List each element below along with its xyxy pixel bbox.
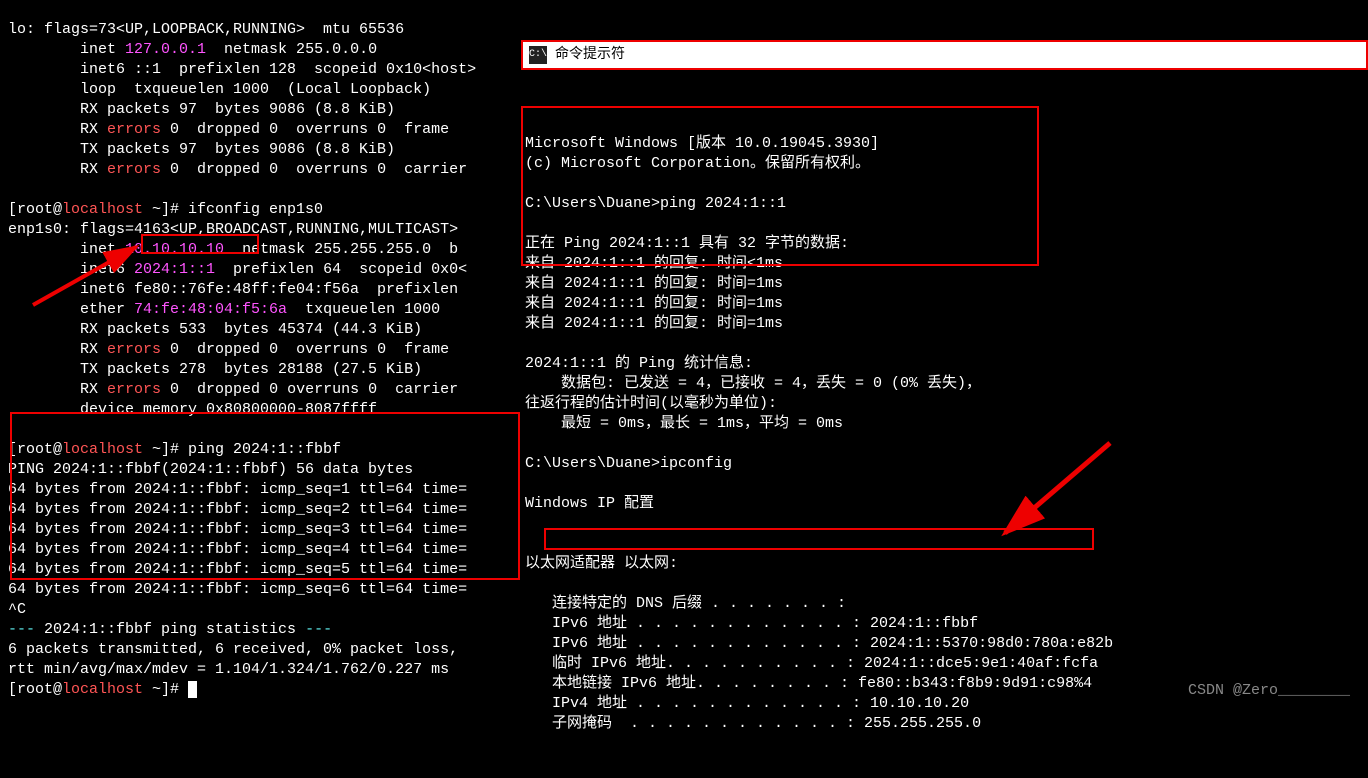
lo-header: lo: flags=73<UP,LOOPBACK,RUNNING> mtu 65… xyxy=(8,21,404,38)
ping-stats-win-1: 2024:1::1 的 Ping 统计信息: xyxy=(525,355,753,372)
ping-reply-win-2: 来自 2024:1::1 的回复: 时间=1ms xyxy=(525,275,783,292)
watermark: CSDN @Zero________ xyxy=(1188,682,1350,699)
ipv6-addr-2: IPv6 地址 . . . . . . . . . . . . : 2024:1… xyxy=(525,635,1113,652)
prompt-3: [root@localhost ~]# xyxy=(8,681,197,698)
ping-stats-win-2: 数据包: 已发送 = 4，已接收 = 4，丢失 = 0 (0% 丢失)， xyxy=(525,375,981,392)
cmd-title: 命令提示符 xyxy=(555,45,625,65)
lo-rxerr: RX errors 0 dropped 0 overruns 0 frame xyxy=(8,121,458,138)
lo-loop: loop txqueuelen 1000 (Local Loopback) xyxy=(8,81,431,98)
ping-stats-hdr: --- 2024:1::fbbf ping statistics --- xyxy=(8,621,332,638)
ping-stats-win-4: 最短 = 0ms，最长 = 1ms，平均 = 0ms xyxy=(525,415,843,432)
lo-inet6: inet6 ::1 prefixlen 128 scopeid 0x10<hos… xyxy=(8,61,476,78)
enp-rx: RX packets 533 bytes 45374 (44.3 KiB) xyxy=(8,321,422,338)
prompt-1: [root@localhost ~]# ifconfig enp1s0 xyxy=(8,201,323,218)
lo-txerr: RX errors 0 dropped 0 overruns 0 carrier xyxy=(8,161,467,178)
ctrl-c: ^C xyxy=(8,601,26,618)
highlight-box-linux-ping xyxy=(10,412,520,580)
ping-reply-win-4: 来自 2024:1::1 的回复: 时间=1ms xyxy=(525,315,783,332)
highlight-box-win-ipv6 xyxy=(544,528,1094,550)
ping-stats-2: rtt min/avg/max/mdev = 1.104/1.324/1.762… xyxy=(8,661,449,678)
dns-suffix: 连接特定的 DNS 后缀 . . . . . . . : xyxy=(525,595,846,612)
temp-ipv6: 临时 IPv6 地址. . . . . . . . . . : 2024:1::… xyxy=(525,655,1098,672)
enp-rxerr: RX errors 0 dropped 0 overruns 0 frame xyxy=(8,341,458,358)
adapter-name: 以太网适配器 以太网: xyxy=(525,555,678,572)
ipconfig-header: Windows IP 配置 xyxy=(525,495,654,512)
lo-rx: RX packets 97 bytes 9086 (8.8 KiB) xyxy=(8,101,395,118)
cmd-icon: C:\ xyxy=(529,46,547,64)
ping-reply-6: 64 bytes from 2024:1::fbbf: icmp_seq=6 t… xyxy=(8,581,467,598)
subnet-mask: 子网掩码 . . . . . . . . . . . . : 255.255.2… xyxy=(525,715,981,732)
link-local-ipv6: 本地链接 IPv6 地址. . . . . . . . : fe80::b343… xyxy=(525,675,1092,692)
ping-stats-win-3: 往返行程的估计时间(以毫秒为单位): xyxy=(525,395,777,412)
enp-tx: TX packets 278 bytes 28188 (27.5 KiB) xyxy=(8,361,422,378)
cmd-titlebar[interactable]: C:\ 命令提示符 xyxy=(521,40,1368,70)
enp-inet6b: inet6 fe80::76fe:48ff:fe04:f56a prefixle… xyxy=(8,281,458,298)
linux-terminal[interactable]: lo: flags=73<UP,LOOPBACK,RUNNING> mtu 65… xyxy=(0,0,521,701)
ipv6-addr-1: IPv6 地址 . . . . . . . . . . . . : 2024:1… xyxy=(525,615,978,632)
enp-ether: ether 74:fe:48:04:f5:6a txqueuelen 1000 xyxy=(8,301,440,318)
highlight-box-linux-ipv6 xyxy=(141,234,259,254)
enp-inet6: inet6 2024:1::1 prefixlen 64 scopeid 0x0… xyxy=(8,261,467,278)
ping-reply-win-3: 来自 2024:1::1 的回复: 时间=1ms xyxy=(525,295,783,312)
enp-txerr: RX errors 0 dropped 0 overruns 0 carrier xyxy=(8,381,458,398)
lo-inet-line: inet 127.0.0.1 netmask 255.0.0.0 xyxy=(8,41,377,58)
ipv4-addr: IPv4 地址 . . . . . . . . . . . . : 10.10.… xyxy=(525,695,969,712)
cmd-ipconfig: C:\Users\Duane>ipconfig xyxy=(525,455,732,472)
ping-stats-1: 6 packets transmitted, 6 received, 0% pa… xyxy=(8,641,458,658)
highlight-box-win-ping xyxy=(521,106,1039,266)
lo-tx: TX packets 97 bytes 9086 (8.8 KiB) xyxy=(8,141,395,158)
